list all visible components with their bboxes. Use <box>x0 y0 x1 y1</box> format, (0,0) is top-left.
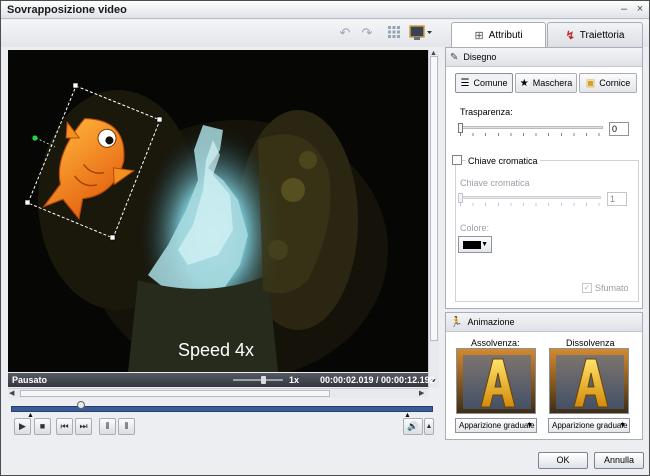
time-readout: 00:00:02.019 / 00:00:12.192 <box>320 375 435 385</box>
blur-checkbox[interactable]: ✓ <box>582 283 592 293</box>
blur-label: Sfumato <box>595 283 629 293</box>
video-caption: Speed 4x <box>178 340 255 360</box>
subtab-mask[interactable]: ★ Maschera <box>515 73 577 93</box>
drawing-header: ✎ Disegno <box>446 48 642 67</box>
chroma-slider-thumb[interactable] <box>458 193 463 203</box>
playback-status-bar: Pausato 1x 00:00:02.019 / 00:00:12.192 <box>8 373 435 387</box>
volume-dropdown-icon[interactable]: ▲ <box>424 418 434 435</box>
subtab-common[interactable]: ☰ Comune <box>455 73 513 93</box>
tab-trajectory-label: Traiettoria <box>579 29 625 41</box>
color-picker-button[interactable]: ▼ <box>458 236 492 253</box>
tab-attributes[interactable]: ⊞ Attributi <box>451 22 546 47</box>
overlay-dialog: Sovrapposizione video – × ↶ ↷ ⊞ Attribut… <box>0 0 650 476</box>
fade-in-select[interactable]: Apparizione graduale ▼ <box>455 418 537 433</box>
playback-state: Pausato <box>12 375 48 385</box>
transparency-slider-thumb[interactable] <box>458 123 463 133</box>
redo-icon[interactable]: ↷ <box>359 25 375 41</box>
drawing-panel: ✎ Disegno ☰ Comune ★ Maschera ▣ Cornice … <box>445 47 643 309</box>
scroll-left-icon[interactable]: ◀ <box>9 389 14 398</box>
speed-slider[interactable] <box>233 379 283 381</box>
drawing-header-label: Disegno <box>463 52 497 62</box>
title-bar: Sovrapposizione video – × <box>1 1 649 19</box>
color-swatch <box>463 241 481 249</box>
chroma-key-label: Chiave cromatica <box>460 178 530 188</box>
star-mask-icon: ★ <box>519 77 529 89</box>
fade-out-label: Dissolvenza <box>566 338 615 348</box>
ok-button[interactable]: OK <box>538 452 588 469</box>
tab-trajectory[interactable]: ↯ Traiettoria <box>547 22 643 47</box>
video-preview[interactable]: Speed 4x <box>8 50 428 372</box>
chroma-checkbox-label: Chiave cromatica <box>466 156 540 166</box>
color-dropdown-icon: ▼ <box>481 241 488 248</box>
fade-in-select-value: Apparizione graduale <box>459 421 535 430</box>
timeline-track[interactable] <box>11 406 433 412</box>
fade-in-label: Assolvenza: <box>471 338 520 348</box>
speed-slider-thumb[interactable] <box>261 376 266 384</box>
animation-header-label: Animazione <box>467 317 515 327</box>
play-button[interactable]: ▶ <box>14 418 31 435</box>
brush-icon: ✎ <box>450 51 459 63</box>
trajectory-icon: ↯ <box>565 29 575 42</box>
fade-out-select-value: Apparizione graduale <box>552 421 628 430</box>
frame-icon: ▣ <box>585 77 596 89</box>
volume-button[interactable]: 🔊 <box>403 418 423 435</box>
close-button[interactable]: × <box>633 3 647 16</box>
fade-in-preview[interactable] <box>456 348 536 414</box>
scroll-right-icon[interactable]: ▶ <box>419 389 424 398</box>
timeline[interactable]: ▲ ▲ <box>11 401 433 419</box>
undo-icon[interactable]: ↶ <box>337 25 353 41</box>
stop-button[interactable]: ■ <box>34 418 51 435</box>
fade-out-preview[interactable] <box>549 348 629 414</box>
fade-out-select[interactable]: Apparizione graduale ▼ <box>548 418 630 433</box>
grid-icon[interactable] <box>386 25 402 41</box>
cancel-button[interactable]: Annulla <box>594 452 644 469</box>
transparency-input[interactable]: 0 <box>609 122 629 136</box>
animation-header: 🏃 Animazione <box>446 313 642 332</box>
fade-out-dropdown-icon: ▼ <box>619 422 626 429</box>
tab-attributes-label: Attributi <box>488 29 523 41</box>
previous-frame-button[interactable]: ⏮ <box>56 418 73 435</box>
playback-controls: ▶ ■ ⏮ ⏭ ⫴ ⫴ 🔊 ▲ <box>11 418 436 436</box>
mark-out-button[interactable]: ⫴ <box>118 418 135 435</box>
color-label: Colore: <box>460 223 490 233</box>
timeline-playhead[interactable] <box>77 401 85 409</box>
chroma-slider[interactable] <box>458 193 601 207</box>
vertical-scrollbar[interactable]: ▲ ▼ <box>428 50 439 388</box>
subtab-mask-label: Maschera <box>532 78 573 88</box>
subtab-common-label: Comune <box>473 78 508 88</box>
chroma-checkbox[interactable] <box>452 155 462 165</box>
fade-in-dropdown-icon: ▼ <box>526 422 533 429</box>
vertical-scroll-thumb[interactable] <box>430 56 438 341</box>
video-frame <box>8 50 428 372</box>
attributes-icon: ⊞ <box>474 29 484 42</box>
monitor-icon[interactable] <box>409 25 433 41</box>
horizontal-scroll-thumb[interactable] <box>20 390 330 397</box>
subtab-frame-label: Cornice <box>599 78 631 88</box>
next-frame-button[interactable]: ⏭ <box>75 418 92 435</box>
horizontal-scrollbar[interactable]: ◀ ▶ <box>8 388 428 398</box>
chroma-input[interactable]: 1 <box>607 192 627 206</box>
common-icon: ☰ <box>460 77 470 89</box>
mark-in-button[interactable]: ⫴ <box>99 418 116 435</box>
animation-panel: 🏃 Animazione Assolvenza: Dissolvenza App… <box>445 312 643 440</box>
running-figure-icon: 🏃 <box>450 316 463 328</box>
subtab-frame[interactable]: ▣ Cornice <box>579 73 637 93</box>
speed-value: 1x <box>289 375 300 385</box>
transparency-label: Trasparenza: <box>460 107 513 117</box>
transparency-slider[interactable] <box>458 123 603 137</box>
drawing-subtabs: ☰ Comune ★ Maschera ▣ Cornice <box>455 73 637 93</box>
window-title: Sovrapposizione video <box>7 4 127 16</box>
minimize-button[interactable]: – <box>617 3 631 16</box>
